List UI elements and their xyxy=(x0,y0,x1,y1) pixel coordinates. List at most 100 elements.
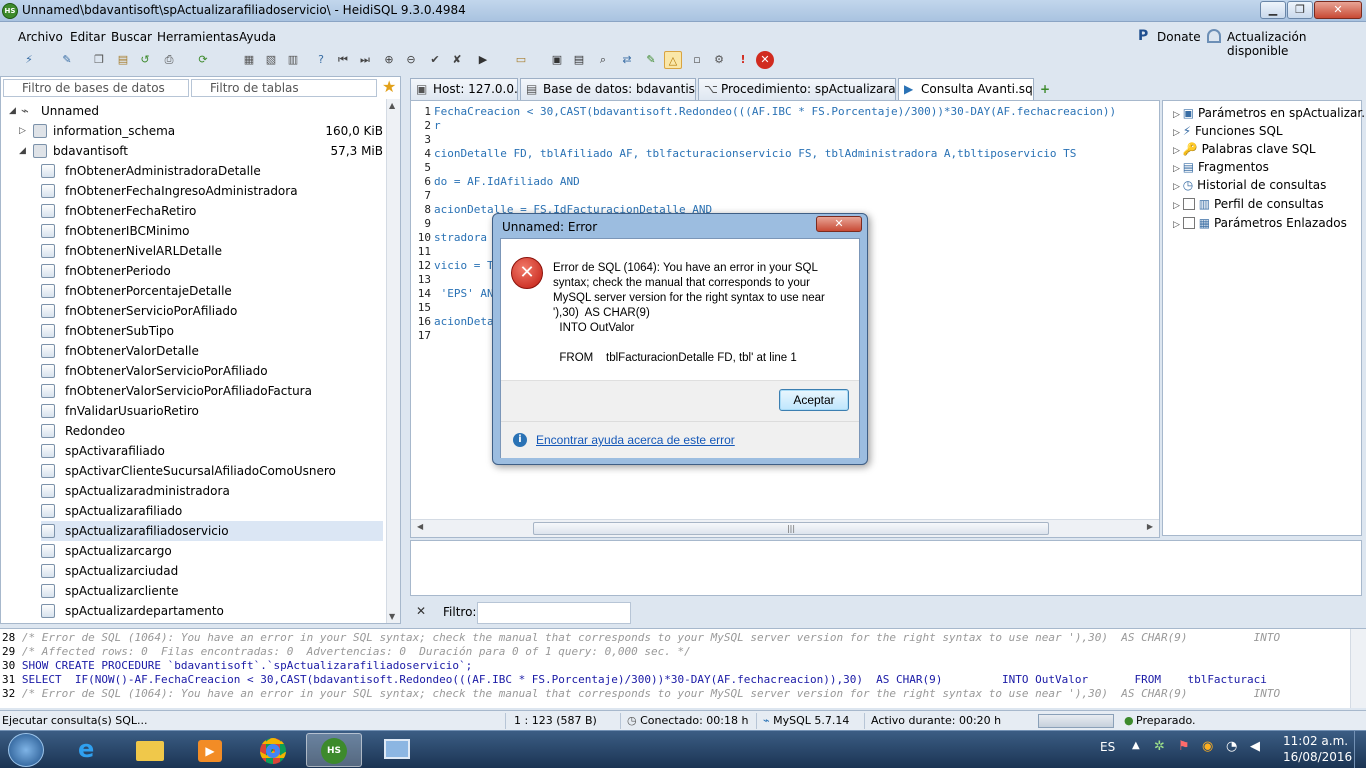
tree-item[interactable]: fnObtenerValorServicioPorAfiliadoFactura xyxy=(41,381,383,401)
remove-row-icon[interactable]: ⊖ xyxy=(402,51,420,69)
donate-link[interactable]: Donate xyxy=(1157,30,1201,44)
tray-expand-icon[interactable]: ▲ xyxy=(1132,740,1140,751)
network-icon[interactable]: ✲ xyxy=(1154,739,1165,754)
import-icon[interactable]: ▧ xyxy=(262,51,280,69)
format-icon[interactable]: ⚙ xyxy=(710,51,728,69)
tree-item[interactable]: fnObtenerNivelARLDetalle xyxy=(41,241,383,261)
tree-item[interactable]: spActivarClienteSucursalAfiliadoComoUsne… xyxy=(41,461,383,481)
menu-ayuda[interactable]: Ayuda xyxy=(239,30,276,44)
helper-item[interactable]: ▷ ⚡ Funciones SQL xyxy=(1173,122,1283,140)
save-as-icon[interactable]: ▤ xyxy=(570,51,588,69)
dialog-close-button[interactable]: ✕ xyxy=(816,216,862,232)
start-button[interactable] xyxy=(8,733,44,767)
favorites-star-icon[interactable]: ★ xyxy=(382,77,396,96)
tree-item[interactable]: fnObtenerSubTipo xyxy=(41,321,383,341)
run-icon[interactable]: ▶ xyxy=(474,51,492,69)
tree-item[interactable]: fnValidarUsuarioRetiro xyxy=(41,401,383,421)
menu-archivo[interactable]: Archivo xyxy=(18,30,63,44)
table-filter[interactable]: Filtro de tablas xyxy=(191,79,377,97)
volume-icon[interactable]: ◀ xyxy=(1250,739,1260,754)
checkbox[interactable] xyxy=(1182,217,1195,229)
first-icon[interactable]: ⏮ xyxy=(334,51,352,69)
security-icon[interactable]: ⚑ xyxy=(1178,739,1190,754)
tree-db-bdavantisoft[interactable]: ◢ bdavantisoft 57,3 MiB xyxy=(19,141,383,161)
tree-item[interactable]: spActualizarcargo xyxy=(41,541,383,561)
database-filter[interactable]: Filtro de bases de datos xyxy=(3,79,189,97)
paste-icon[interactable]: ▤ xyxy=(114,51,132,69)
heidisql-taskbar-icon[interactable]: HS xyxy=(306,733,362,767)
helper-item[interactable]: ▷ ◷ Historial de consultas xyxy=(1173,176,1326,194)
tab-procedure[interactable]: ⌥ Procedimiento: spActualizaraf... xyxy=(698,78,896,100)
chrome-taskbar-icon[interactable] xyxy=(244,733,300,767)
disconnect-icon[interactable]: ✎ xyxy=(58,51,76,69)
help-icon[interactable]: ? xyxy=(312,51,330,69)
menu-buscar[interactable]: Buscar xyxy=(111,30,152,44)
filter-input[interactable] xyxy=(477,602,631,624)
menu-editar[interactable]: Editar xyxy=(70,30,106,44)
save-icon[interactable]: ▣ xyxy=(548,51,566,69)
ie-taskbar-icon[interactable]: e xyxy=(62,733,118,767)
cancel-icon[interactable]: ✘ xyxy=(448,51,466,69)
edit-icon[interactable]: ✎ xyxy=(642,51,660,69)
open-file-icon[interactable]: ▭ xyxy=(512,51,530,69)
stop-on-error-icon[interactable]: ! xyxy=(734,51,752,69)
find-icon[interactable]: ⌕ xyxy=(594,51,612,69)
close-window-button[interactable]: ✕ xyxy=(1314,1,1362,19)
tree-item[interactable]: fnObtenerIBCMinimo xyxy=(41,221,383,241)
minimize-button[interactable]: ▁ xyxy=(1260,1,1286,19)
accept-button[interactable]: Aceptar xyxy=(779,389,849,411)
clock-date[interactable]: 16/08/2016 xyxy=(1283,750,1352,764)
add-row-icon[interactable]: ⊕ xyxy=(380,51,398,69)
log-scrollbar[interactable] xyxy=(1350,629,1366,708)
close-filter-icon[interactable]: ✕ xyxy=(416,604,426,618)
helper-item[interactable]: ▷ ▤ Fragmentos xyxy=(1173,158,1269,176)
refresh-icon[interactable]: ⟳ xyxy=(194,51,212,69)
tree-item[interactable]: fnObtenerPeriodo xyxy=(41,261,383,281)
print-icon[interactable]: ⎙ xyxy=(160,51,178,69)
helper-item[interactable]: ▷ ▦ Parámetros Enlazados xyxy=(1173,214,1347,232)
checkbox[interactable] xyxy=(1182,198,1195,210)
media-player-taskbar-icon[interactable]: ▶ xyxy=(182,733,238,767)
tree-item[interactable]: fnObtenerServicioPorAfiliado xyxy=(41,301,383,321)
last-icon[interactable]: ⏭ xyxy=(356,51,374,69)
clock-time[interactable]: 11:02 a.m. xyxy=(1283,734,1348,748)
maximize-button[interactable]: ❐ xyxy=(1287,1,1313,19)
helper-item[interactable]: ▷ 🔑 Palabras clave SQL xyxy=(1173,140,1316,158)
tree-scrollbar[interactable]: ▲ ▼ xyxy=(386,99,400,623)
table-icon[interactable]: ▥ xyxy=(284,51,302,69)
connect-icon[interactable]: ⚡ xyxy=(20,51,38,69)
tree-item[interactable]: fnObtenerValorDetalle xyxy=(41,341,383,361)
tree-item[interactable]: spActualizarafiliadoservicio xyxy=(41,521,383,541)
language-indicator[interactable]: ES xyxy=(1100,740,1115,754)
editor-h-scrollbar[interactable]: ||| ◀ ▶ xyxy=(411,519,1159,537)
tree-item[interactable]: spActivarafiliado xyxy=(41,441,383,461)
helper-item[interactable]: ▷ ▣ Parámetros en spActualizar... xyxy=(1173,104,1366,122)
help-link[interactable]: Encontrar ayuda acerca de este error xyxy=(536,433,735,447)
tab-query[interactable]: ▶ Consulta Avanti.sql xyxy=(898,78,1034,101)
post-icon[interactable]: ✔ xyxy=(426,51,444,69)
replace-icon[interactable]: ⇄ xyxy=(618,51,636,69)
remote-desktop-taskbar-icon[interactable] xyxy=(368,733,424,767)
tree-item[interactable]: fnObtenerValorServicioPorAfiliado xyxy=(41,361,383,381)
explorer-taskbar-icon[interactable] xyxy=(122,733,178,767)
undo-icon[interactable]: ↺ xyxy=(136,51,154,69)
tree-item[interactable]: spActualizarciudad xyxy=(41,561,383,581)
export-icon[interactable]: ▦ xyxy=(240,51,258,69)
update-tray-icon[interactable]: ◉ xyxy=(1202,739,1213,754)
tree-item[interactable]: fnObtenerPorcentajeDetalle xyxy=(41,281,383,301)
menu-herramientas[interactable]: Herramientas xyxy=(157,30,239,44)
helper-item[interactable]: ▷ ▥ Perfil de consultas xyxy=(1173,195,1324,213)
tree-item[interactable]: Redondeo xyxy=(41,421,383,441)
tree-db-information-schema[interactable]: ▷ information_schema 160,0 KiB xyxy=(19,121,383,141)
tab-host[interactable]: ▣ Host: 127.0.0.1 xyxy=(410,78,518,100)
tree-item[interactable]: spActualizaradministradora xyxy=(41,481,383,501)
tree-item[interactable]: spActualizarcliente xyxy=(41,581,383,601)
show-desktop-button[interactable] xyxy=(1354,731,1366,768)
tab-database[interactable]: ▤ Base de datos: bdavantisoft xyxy=(520,78,696,100)
tree-item[interactable]: spActualizardepartamento xyxy=(41,601,383,621)
tree-item[interactable]: fnObtenerFechaRetiro xyxy=(41,201,383,221)
new-tab-icon[interactable]: + xyxy=(1040,82,1050,96)
clear-icon[interactable]: ▫ xyxy=(688,51,706,69)
tree-item[interactable]: fnObtenerAdministradoraDetalle xyxy=(41,161,383,181)
copy-icon[interactable]: ❐ xyxy=(90,51,108,69)
